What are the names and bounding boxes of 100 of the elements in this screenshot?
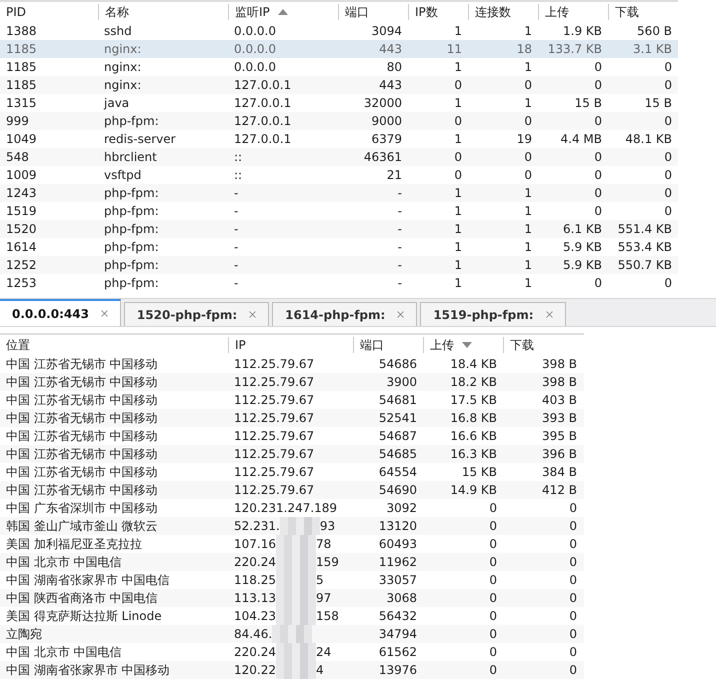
table-cell-text: 美国 得克萨斯达拉斯 Linode xyxy=(5,608,163,624)
column-label: 监听IP xyxy=(235,4,270,20)
table-cell-text: 33057 xyxy=(378,573,418,587)
table-cell-text: php-fpm: xyxy=(103,222,160,236)
column-header[interactable]: 端口 xyxy=(338,4,408,20)
table-cell-text: 80 xyxy=(386,60,403,74)
column-label: 上传 xyxy=(545,4,569,20)
table-cell: 112.25.79.67 xyxy=(234,465,314,479)
table-cell-text: 443 xyxy=(378,78,403,92)
table-cell-text: 16.8 KB xyxy=(449,411,498,425)
column-header[interactable]: IP xyxy=(228,337,353,353)
process-row[interactable]: 548 hbrclient :: 46361 0 0 0 0 xyxy=(0,148,678,166)
tab[interactable]: 1520-php-fpm: xyxy=(124,302,270,326)
table-cell-text: 1009 xyxy=(5,168,38,182)
table-cell-text: 1 xyxy=(523,222,533,236)
tab[interactable]: 0.0.0.0:443 xyxy=(0,299,121,326)
table-cell: 159 xyxy=(316,555,339,569)
table-cell-text: 0 xyxy=(488,537,498,551)
process-row[interactable]: 1252 php-fpm: - - 1 1 5.9 KB 550.7 KB xyxy=(0,256,678,274)
close-icon[interactable] xyxy=(395,309,406,320)
table-cell-text: 1253 xyxy=(5,276,38,290)
table-cell-text: 16.3 KB xyxy=(449,447,498,461)
process-row[interactable]: 1243 php-fpm: - - 1 1 0 0 xyxy=(0,184,678,202)
table-cell-text: 0 xyxy=(453,150,463,164)
table-cell-text: 1614 xyxy=(5,240,38,254)
table-cell-text: 0 xyxy=(568,627,578,641)
table-cell-text: 1 xyxy=(453,222,463,236)
table-cell-text: 0 xyxy=(593,186,603,200)
table-cell-text: - xyxy=(233,240,240,254)
column-header[interactable]: 端口 xyxy=(353,337,423,353)
tab[interactable]: 1614-php-fpm: xyxy=(272,302,418,326)
table-cell-text: 0 xyxy=(488,645,498,659)
table-cell: 5 xyxy=(316,573,324,587)
table-cell-text: 1 xyxy=(523,24,533,38)
table-cell: 112.25.79.67 xyxy=(234,357,314,371)
column-header[interactable]: PID xyxy=(0,4,98,20)
table-cell-text: 19 xyxy=(516,132,533,146)
column-header[interactable]: 上传 xyxy=(538,4,608,20)
table-cell-text: 1315 xyxy=(5,96,38,110)
table-cell-text: 16.6 KB xyxy=(449,429,498,443)
table-cell-text: 1 xyxy=(523,258,533,272)
process-row[interactable]: 1185 nginx: 127.0.0.1 443 0 0 0 0 xyxy=(0,76,678,94)
close-icon[interactable] xyxy=(98,308,110,319)
table-cell-text: sshd xyxy=(103,24,133,38)
table-cell-text: 中国 江苏省无锡市 中国移动 xyxy=(5,428,159,444)
table-cell-text: 0 xyxy=(663,186,673,200)
column-label: IP xyxy=(235,338,246,352)
table-cell-text: - xyxy=(233,276,240,290)
table-cell-text: - xyxy=(396,186,403,200)
table-cell: 112.25.79.67 xyxy=(234,483,314,497)
table-cell-text: 127.0.0.1 xyxy=(233,114,292,128)
table-cell: 104.23 xyxy=(234,609,276,623)
column-header[interactable]: 位置 xyxy=(0,337,228,353)
table-cell-text: 15 KB xyxy=(460,465,498,479)
tab[interactable]: 1519-php-fpm: xyxy=(420,302,566,326)
table-cell-text: - xyxy=(233,204,240,218)
table-cell-text: 0 xyxy=(663,204,673,218)
table-cell-text: 0 xyxy=(488,627,498,641)
table-cell-text: 0 xyxy=(568,609,578,623)
column-header[interactable]: 名称 xyxy=(98,4,228,20)
process-row[interactable]: 1520 php-fpm: - - 1 1 6.1 KB 551.4 KB xyxy=(0,220,678,238)
table-cell-text: 32000 xyxy=(362,96,403,110)
table-cell-text: 0.0.0.0 xyxy=(233,42,277,56)
table-cell-text: :: xyxy=(233,150,244,164)
table-cell-text: 1 xyxy=(453,258,463,272)
column-header[interactable]: IP数 xyxy=(408,4,468,20)
tab-label: 1520-php-fpm: xyxy=(136,308,238,322)
tab-label: 1519-php-fpm: xyxy=(433,308,534,322)
column-label: IP数 xyxy=(415,4,438,20)
table-cell-text: 64554 xyxy=(378,465,418,479)
table-cell-text: vsftpd xyxy=(103,168,142,182)
table-cell-text: php-fpm: xyxy=(103,204,160,218)
table-cell-text: 0 xyxy=(453,168,463,182)
table-cell-text: 立陶宛 xyxy=(5,626,43,642)
column-header[interactable]: 上传 xyxy=(423,337,503,353)
table-cell-text: 0 xyxy=(663,60,673,74)
process-row[interactable]: 999 php-fpm: 127.0.0.1 9000 0 0 0 0 xyxy=(0,112,678,130)
table-cell-text: 0 xyxy=(663,150,673,164)
table-cell-text: 0 xyxy=(663,168,673,182)
column-header[interactable]: 连接数 xyxy=(468,4,538,20)
column-header[interactable]: 下载 xyxy=(503,337,583,353)
column-header[interactable]: 下载 xyxy=(608,4,678,20)
table-cell-text: 1049 xyxy=(5,132,38,146)
table-cell-text: 0 xyxy=(593,60,603,74)
table-cell-text: 21 xyxy=(386,168,403,182)
table-cell-text: 1 xyxy=(523,276,533,290)
close-icon[interactable] xyxy=(544,309,555,320)
table-cell: 158 xyxy=(316,609,339,623)
table-cell-text: redis-server xyxy=(103,132,177,146)
table-cell-text: 0 xyxy=(523,78,533,92)
table-cell-text: nginx: xyxy=(103,78,142,92)
column-header[interactable]: 监听IP xyxy=(228,4,338,20)
table-cell-text: 54685 xyxy=(378,447,418,461)
column-label: 下载 xyxy=(510,336,534,354)
table-cell-text: 3092 xyxy=(385,501,418,515)
process-row[interactable]: 1185 nginx: 0.0.0.0 443 11 18 133.7 KB 3.1 KB xyxy=(0,40,678,58)
table-cell-text: 0 xyxy=(568,591,578,605)
table-cell-text: 0 xyxy=(568,537,578,551)
table-cell-text: 4.4 MB xyxy=(560,132,603,146)
close-icon[interactable] xyxy=(247,309,258,320)
